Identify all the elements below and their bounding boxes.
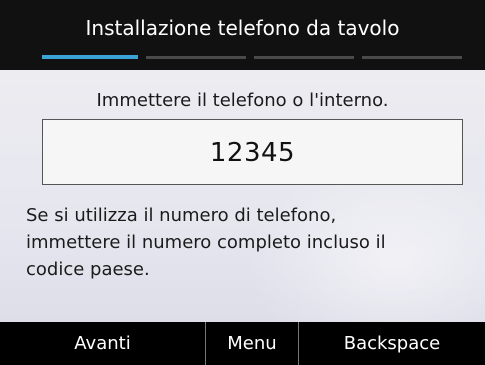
softkey-bar: Avanti Menu Backspace	[0, 322, 485, 365]
help-text: Se si utilizza il numero di telefono, im…	[26, 202, 466, 283]
page-title: Installazione telefono da tavolo	[85, 16, 400, 40]
header-bar: Installazione telefono da tavolo	[0, 0, 485, 70]
progress-step-4	[362, 56, 462, 59]
help-line: codice paese.	[26, 259, 150, 280]
menu-softkey[interactable]: Menu	[206, 322, 299, 365]
backspace-softkey[interactable]: Backspace	[299, 322, 485, 365]
help-line: immettere il numero completo incluso il	[26, 232, 386, 253]
next-softkey[interactable]: Avanti	[0, 322, 206, 365]
progress-step-2	[146, 56, 246, 59]
extension-input-value: 12345	[209, 138, 296, 168]
progress-indicator	[42, 54, 462, 60]
content-panel: Immettere il telefono o l'interno. 12345…	[0, 70, 485, 322]
phone-setup-screen: Installazione telefono da tavolo Immette…	[0, 0, 485, 365]
extension-input[interactable]: 12345	[42, 119, 463, 185]
prompt-label: Immettere il telefono o l'interno.	[96, 90, 389, 111]
progress-step-3	[254, 56, 354, 59]
progress-step-1	[42, 55, 138, 59]
help-line: Se si utilizza il numero di telefono,	[26, 205, 337, 226]
